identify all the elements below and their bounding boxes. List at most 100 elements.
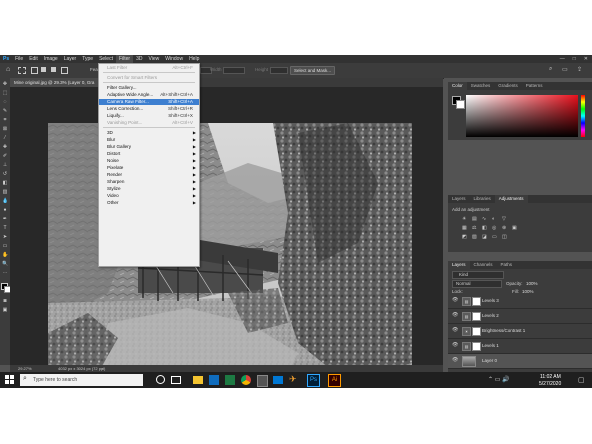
workspace-icon[interactable]: ▭ <box>562 66 568 73</box>
clone-stamp-icon[interactable]: ⊥ <box>2 162 8 168</box>
menu-3d[interactable]: 3D <box>133 55 145 63</box>
maximize-icon[interactable]: □ <box>573 55 576 63</box>
menu-filter[interactable]: Filter <box>115 55 134 63</box>
brush-tool-icon[interactable]: ✐ <box>2 153 8 159</box>
menu-item-lens-correction[interactable]: Lens Correction... Shift+Ctrl+R <box>99 106 199 112</box>
menu-item-pixelate[interactable]: Pixelate ▶ <box>99 165 199 171</box>
taskbar-search-box[interactable]: ⌕ Type here to search <box>20 374 143 386</box>
gradient-map-icon[interactable]: ▭ <box>492 234 497 240</box>
menu-item-adaptive-wide-angle[interactable]: Adaptive Wide Angle... Alt+Shift+Ctrl+A <box>99 92 199 98</box>
marquee-tool-icon[interactable] <box>18 67 26 74</box>
menu-item-last-filter[interactable]: Last Filter Alt+Ctrl+F <box>99 65 199 71</box>
opacity-value[interactable]: 100% <box>526 281 538 286</box>
menu-select[interactable]: Select <box>96 55 116 63</box>
visibility-eye-icon[interactable]: 👁 <box>452 328 458 333</box>
menu-image[interactable]: Image <box>41 55 61 63</box>
eyedropper-tool-icon[interactable]: ⁄ <box>2 135 8 141</box>
tab-paths[interactable]: Paths <box>497 261 517 269</box>
tab-channels[interactable]: Channels <box>470 261 497 269</box>
tab-layers-top[interactable]: Layers <box>448 195 470 203</box>
menu-item-3d[interactable]: 3D ▶ <box>99 130 199 136</box>
excel-icon[interactable] <box>225 375 235 385</box>
color-picker-field[interactable] <box>466 95 578 137</box>
outlook-icon[interactable] <box>209 375 219 385</box>
share-icon[interactable]: ⇪ <box>577 66 582 73</box>
menu-type[interactable]: Type <box>79 55 96 63</box>
minimize-icon[interactable]: — <box>560 55 565 63</box>
file-explorer-icon[interactable] <box>193 376 203 384</box>
new-selection-icon[interactable] <box>31 67 38 74</box>
tab-libraries[interactable]: Libraries <box>470 195 495 203</box>
document-tab[interactable]: Mine original.jpg @ 29.3% (Layer 0, Gra <box>10 78 99 87</box>
vibrance-icon[interactable]: ▽ <box>502 216 506 222</box>
tab-patterns[interactable]: Patterns <box>522 82 547 90</box>
layer-row[interactable]: 👁 ☀ Brightness/Contrast 1 <box>448 324 592 339</box>
cortana-icon[interactable] <box>156 375 165 384</box>
menu-item-distort[interactable]: Distort ▶ <box>99 151 199 157</box>
pen-tool-icon[interactable]: ✒ <box>2 216 8 222</box>
dodge-tool-icon[interactable]: ● <box>2 207 8 213</box>
menu-view[interactable]: View <box>146 55 163 63</box>
illustrator-taskbar-icon[interactable]: Ai <box>328 374 341 387</box>
visibility-eye-icon[interactable]: 👁 <box>452 298 458 303</box>
tools-icon[interactable]: ✈ <box>289 374 297 385</box>
crop-tool-icon[interactable]: ⌗ <box>2 117 8 123</box>
home-icon[interactable]: ⌂ <box>6 66 10 73</box>
channel-mixer-icon[interactable]: ⊛ <box>502 225 506 231</box>
visibility-eye-icon[interactable]: 👁 <box>452 313 458 318</box>
black-white-icon[interactable]: ◧ <box>482 225 487 231</box>
exposure-icon[interactable]: ◐ <box>492 216 495 222</box>
select-and-mask-button[interactable]: Select and Mask... <box>290 66 336 75</box>
menu-item-vanishing-point[interactable]: Vanishing Point... Alt+Ctrl+V <box>99 120 199 126</box>
calculator-icon[interactable] <box>257 375 268 387</box>
canvas-area[interactable] <box>10 87 443 388</box>
menu-item-convert-smart-filters[interactable]: Convert for Smart Filters <box>99 75 199 81</box>
height-input[interactable] <box>270 67 288 74</box>
tab-swatches[interactable]: Swatches <box>467 82 495 90</box>
healing-brush-icon[interactable]: ✚ <box>2 144 8 150</box>
visibility-eye-icon[interactable]: 👁 <box>452 358 458 363</box>
tab-adjustments[interactable]: Adjustments <box>494 195 528 203</box>
taskbar-time[interactable]: 11:02 AM <box>540 374 561 380</box>
more-tools-icon[interactable]: ⋯ <box>2 270 8 276</box>
frame-tool-icon[interactable]: ⊠ <box>2 126 8 132</box>
screen-mode-icon[interactable]: ▣ <box>2 307 8 313</box>
ps-logo-icon[interactable]: Ps <box>0 55 12 63</box>
close-icon[interactable]: ✕ <box>584 55 588 63</box>
visibility-eye-icon[interactable]: 👁 <box>452 343 458 348</box>
layer-kind-filter[interactable]: Kind <box>452 271 504 279</box>
system-tray-icons[interactable]: ⌃ ▭ 🔊 <box>488 376 510 383</box>
photo-filter-icon[interactable]: ◎ <box>492 225 496 231</box>
search-icon[interactable]: ⌕ <box>549 66 552 73</box>
blur-tool-icon[interactable]: 💧 <box>2 198 8 204</box>
menu-file[interactable]: File <box>12 55 26 63</box>
gradient-tool-icon[interactable]: ▥ <box>2 189 8 195</box>
layer-row-selected[interactable]: 👁 Layer 0 <box>448 354 592 369</box>
background-swatch[interactable] <box>456 100 465 109</box>
menu-item-sharpen[interactable]: Sharpen ▶ <box>99 179 199 185</box>
eraser-tool-icon[interactable]: ◧ <box>2 180 8 186</box>
path-select-icon[interactable]: ➤ <box>2 234 8 240</box>
history-brush-icon[interactable]: ↺ <box>2 171 8 177</box>
layer-row[interactable]: 👁 ▤ Levels 1 <box>448 339 592 354</box>
menu-item-other[interactable]: Other ▶ <box>99 200 199 206</box>
quick-select-tool-icon[interactable]: ✎ <box>2 108 8 114</box>
hue-saturation-icon[interactable]: ▦ <box>462 225 467 231</box>
task-view-icon[interactable] <box>171 376 181 384</box>
intersect-selection-icon[interactable] <box>61 67 68 74</box>
menu-item-liquify[interactable]: Liquify... Shift+Ctrl+X <box>99 113 199 119</box>
mail-icon[interactable] <box>273 376 283 384</box>
status-arrow-icon[interactable]: › <box>102 365 103 372</box>
menu-item-noise[interactable]: Noise ▶ <box>99 158 199 164</box>
menu-item-render[interactable]: Render ▶ <box>99 172 199 178</box>
zoom-level[interactable]: 29.27% <box>18 365 32 372</box>
lasso-tool-icon[interactable]: ◌ <box>2 99 8 105</box>
menu-item-camera-raw-filter[interactable]: Camera Raw Filter... Shift+Ctrl+A <box>99 99 199 105</box>
add-selection-icon[interactable] <box>41 67 46 72</box>
hue-slider[interactable] <box>581 95 585 137</box>
invert-icon[interactable]: ◩ <box>462 234 467 240</box>
menu-item-filter-gallery[interactable]: Filter Gallery... <box>99 85 199 91</box>
tab-gradients[interactable]: Gradients <box>494 82 522 90</box>
marquee-tool-icon[interactable]: ⬚ <box>2 90 8 96</box>
levels-adjust-icon[interactable]: ▤ <box>472 216 477 222</box>
